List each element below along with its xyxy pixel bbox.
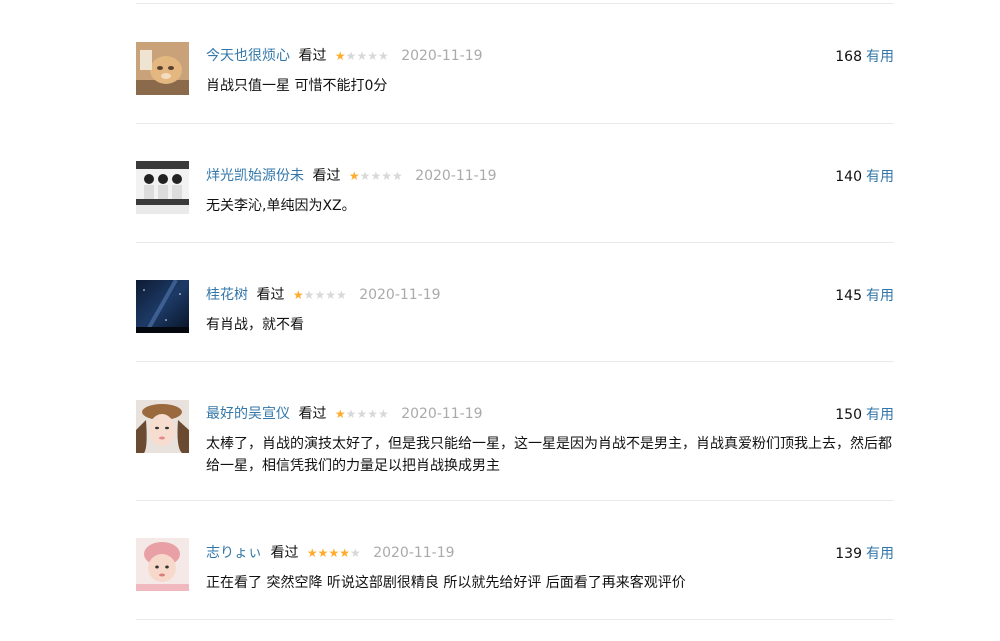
rating-stars: ★★★★★: [335, 404, 389, 424]
night-sky-avatar-icon[interactable]: [136, 280, 189, 333]
vote-area: 150 有用: [835, 404, 894, 424]
star-icon: ★: [335, 288, 347, 302]
vote-count: 168: [835, 49, 862, 65]
vote-area: 168 有用: [835, 46, 894, 66]
author-link[interactable]: 烊光凯始源份未: [206, 168, 304, 184]
star-icon: ★: [345, 407, 357, 421]
comment-text: 正在看了 突然空降 听说这部剧很精良 所以就先给好评 后面看了再来客观评价: [206, 575, 686, 591]
star-icon: ★: [306, 546, 318, 560]
comment-item: 今天也很烦心 看过 ★★★★★ 2020-11-19 168 有用 肖战只值一星 …: [136, 4, 894, 123]
useful-vote-button[interactable]: 有用: [866, 546, 894, 562]
vote-count: 150: [835, 407, 862, 423]
star-icon: ★: [314, 288, 326, 302]
star-icon: ★: [377, 407, 389, 421]
star-icon: ★: [303, 288, 315, 302]
girl-portrait-avatar-icon[interactable]: [136, 400, 189, 453]
comment-text: 有肖战，就不看: [206, 317, 304, 333]
star-icon: ★: [292, 288, 304, 302]
useful-vote-button[interactable]: 有用: [866, 288, 894, 304]
star-icon: ★: [391, 169, 403, 183]
author-link[interactable]: 桂花树: [206, 287, 248, 303]
baby-portrait-avatar-icon[interactable]: [136, 538, 189, 591]
star-icon: ★: [370, 169, 382, 183]
star-icon: ★: [356, 407, 368, 421]
useful-vote-button[interactable]: 有用: [866, 407, 894, 423]
rating-stars: ★★★★★: [307, 543, 361, 563]
rating-stars: ★★★★★: [293, 285, 347, 305]
useful-vote-button[interactable]: 有用: [866, 169, 894, 185]
star-icon: ★: [339, 546, 350, 560]
star-icon: ★: [328, 546, 340, 560]
comment-time: 2020-11-19: [401, 48, 483, 64]
star-icon: ★: [345, 49, 357, 63]
vote-count: 140: [835, 169, 862, 185]
group-photo-avatar-icon[interactable]: [136, 161, 189, 214]
star-icon: ★: [381, 169, 392, 183]
watch-status: 看过: [298, 48, 327, 64]
watch-status: 看过: [256, 287, 285, 303]
vote-count: 139: [835, 546, 862, 562]
author-link[interactable]: 今天也很烦心: [206, 48, 290, 64]
comment-text: 无关李沁,单纯因为XZ。: [206, 198, 356, 214]
comment-text: 太棒了，肖战的演技太好了，但是我只能给一星，这一星是因为肖战不是男主，肖战真爱粉…: [206, 436, 892, 474]
comment-text: 肖战只值一星 可惜不能打0分: [206, 78, 388, 94]
useful-vote-button[interactable]: 有用: [866, 49, 894, 65]
watch-status: 看过: [270, 545, 299, 561]
rating-stars: ★★★★★: [349, 166, 403, 186]
comment-time: 2020-11-19: [401, 406, 483, 422]
vote-count: 145: [835, 288, 862, 304]
star-icon: ★: [377, 49, 389, 63]
divider: [136, 619, 894, 620]
cat-avatar-icon[interactable]: [136, 42, 189, 95]
author-link[interactable]: 最好的吴宣仪: [206, 406, 290, 422]
comment-item: 烊光凯始源份未 看过 ★★★★★ 2020-11-19 140 有用 无关李沁,单…: [136, 124, 894, 242]
rating-stars: ★★★★★: [335, 46, 389, 66]
watch-status: 看过: [312, 168, 341, 184]
vote-area: 140 有用: [835, 166, 894, 186]
vote-area: 139 有用: [835, 543, 894, 563]
author-link[interactable]: 志りょぃ: [206, 545, 262, 561]
star-icon: ★: [349, 546, 361, 560]
star-icon: ★: [367, 407, 378, 421]
star-icon: ★: [334, 49, 346, 63]
comment-item: 桂花树 看过 ★★★★★ 2020-11-19 145 有用 有肖战，就不看: [136, 243, 894, 361]
star-icon: ★: [367, 49, 378, 63]
comment-item: 志りょぃ 看过 ★★★★★ 2020-11-19 139 有用 正在看了 突然空降…: [136, 501, 894, 619]
comment-list: 今天也很烦心 看过 ★★★★★ 2020-11-19 168 有用 肖战只值一星 …: [136, 0, 894, 620]
comment-time: 2020-11-19: [415, 168, 497, 184]
star-icon: ★: [325, 288, 336, 302]
comment-item: 最好的吴宣仪 看过 ★★★★★ 2020-11-19 150 有用 太棒了，肖战的…: [136, 362, 894, 500]
star-icon: ★: [317, 546, 329, 560]
comment-time: 2020-11-19: [359, 287, 441, 303]
star-icon: ★: [334, 407, 346, 421]
vote-area: 145 有用: [835, 285, 894, 305]
star-icon: ★: [359, 169, 371, 183]
watch-status: 看过: [298, 406, 327, 422]
comment-time: 2020-11-19: [373, 545, 455, 561]
star-icon: ★: [356, 49, 368, 63]
star-icon: ★: [348, 169, 360, 183]
